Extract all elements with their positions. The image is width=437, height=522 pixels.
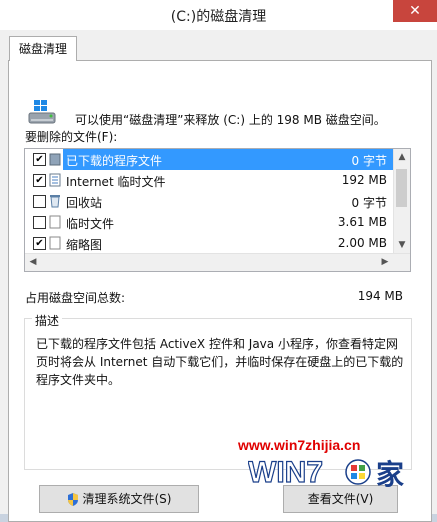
recycle-bin-icon [49, 194, 61, 208]
document-icon [49, 173, 61, 187]
scroll-right-icon[interactable]: ▶ [377, 254, 393, 271]
description-text: 已下载的程序文件包括 ActiveX 控件和 Java 小程序，你查看特定网页时… [36, 337, 404, 387]
scroll-up-icon[interactable]: ▲ [394, 149, 410, 165]
view-files-button[interactable]: 查看文件(V) [283, 485, 398, 513]
file-size: 2.00 MB [337, 236, 387, 250]
file-name: 缩略图 [66, 238, 103, 252]
file-checkbox[interactable]: ✔ [33, 237, 46, 250]
file-list-item[interactable]: ✔ 缩略图 2.00 MB [25, 233, 393, 254]
title-bar: (C:)的磁盘清理 ✕ [0, 0, 437, 31]
file-size: 0 字节 [351, 154, 387, 168]
file-name: Internet 临时文件 [66, 175, 166, 189]
file-name: 已下载的程序文件 [66, 154, 163, 168]
file-list-item[interactable]: ✔ Internet 临时文件 192 MB [25, 170, 393, 191]
file-list-item[interactable]: ✔ 已下载的程序文件 0 字节 [25, 149, 393, 170]
files-to-delete-label: 要删除的文件(F): [25, 130, 118, 144]
total-space-value: 194 MB [357, 289, 403, 303]
tab-disk-cleanup[interactable]: 磁盘清理 [9, 36, 77, 61]
window-title: (C:)的磁盘清理 [170, 9, 267, 25]
horizontal-scrollbar[interactable]: ◀ ▶ [25, 253, 410, 271]
uac-shield-icon [67, 493, 78, 506]
description-title: 描述 [32, 312, 63, 329]
file-icon [49, 236, 61, 250]
file-name: 临时文件 [66, 217, 115, 231]
disk-cleanup-icon [28, 100, 56, 124]
folder-icon [49, 152, 61, 166]
file-size: 192 MB [341, 173, 387, 187]
file-name: 回收站 [66, 196, 103, 210]
file-size: 3.61 MB [337, 215, 387, 229]
dialog-body: 磁盘清理 可以使用“磁盘清理”来释放 (C:) 上的 198 MB 磁盘空间。 … [0, 30, 437, 522]
file-icon [49, 215, 61, 229]
scroll-thumb[interactable] [396, 169, 407, 207]
file-checkbox[interactable] [33, 216, 46, 229]
file-checkbox[interactable]: ✔ [33, 174, 46, 187]
vertical-scrollbar[interactable]: ▲ ▼ [393, 149, 410, 253]
clean-system-files-button[interactable]: 清理系统文件(S) [39, 485, 199, 513]
file-size: 0 字节 [351, 196, 387, 210]
summary-text: 可以使用“磁盘清理”来释放 (C:) 上的 198 MB 磁盘空间。 [75, 113, 386, 127]
file-list-item[interactable]: 临时文件 3.61 MB [25, 212, 393, 233]
scroll-down-icon[interactable]: ▼ [394, 237, 410, 253]
clean-system-files-label: 清理系统文件(S) [82, 492, 172, 506]
file-checkbox[interactable]: ✔ [33, 153, 46, 166]
close-button[interactable]: ✕ [393, 0, 437, 22]
files-listbox[interactable]: ✔ 已下载的程序文件 0 字节 ✔ Internet 临时文件 192 MB 回收站 0 字节… [24, 148, 411, 272]
scroll-left-icon[interactable]: ◀ [25, 254, 41, 271]
file-list-item[interactable]: 回收站 0 字节 [25, 191, 393, 212]
file-checkbox[interactable] [33, 195, 46, 208]
total-space-label: 占用磁盘空间总数: [25, 291, 126, 305]
